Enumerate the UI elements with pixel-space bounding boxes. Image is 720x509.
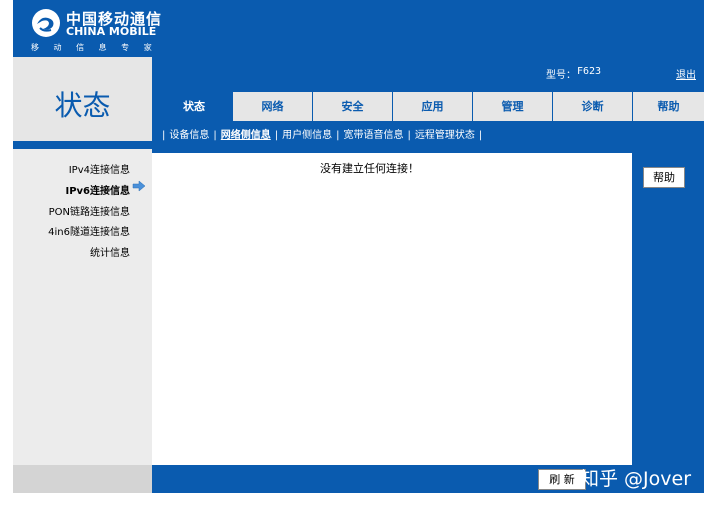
help-button[interactable]: 帮助 (643, 167, 685, 188)
tab-diagnosis[interactable]: 诊断 (553, 92, 632, 121)
arrow-right-icon (132, 180, 146, 192)
model-label: 型号： (546, 70, 576, 81)
status-message: 没有建立任何连接！ (320, 162, 419, 175)
sidebar-item-4in6[interactable]: 4in6隧道连接信息 (48, 223, 130, 238)
tab-management[interactable]: 管理 (473, 92, 552, 121)
tab-status[interactable]: 状态 (156, 88, 232, 123)
tab-network[interactable]: 网络 (233, 92, 312, 121)
model-value: F623 (577, 66, 602, 77)
subnav-remote-mgmt[interactable]: 远程管理状态 (415, 130, 475, 141)
subnav-network-info[interactable]: 网络侧信息 (221, 130, 271, 141)
subnav: | 设备信息 | 网络侧信息 | 用户侧信息 | 宽带语音信息 | 远程管理状态 | (162, 130, 483, 141)
refresh-button[interactable]: 刷 新 (538, 469, 586, 490)
sidebar-item-ipv6[interactable]: IPv6连接信息 (65, 182, 130, 197)
sidebar-item-pon[interactable]: PON链路连接信息 (49, 203, 130, 218)
subnav-user-info[interactable]: 用户侧信息 (282, 130, 332, 141)
tab-help[interactable]: 帮助 (633, 92, 704, 121)
tab-application[interactable]: 应用 (393, 92, 472, 121)
left-footer (13, 465, 152, 493)
tab-security[interactable]: 安全 (313, 92, 392, 121)
page-title: 状态 (54, 89, 111, 122)
subnav-voice-info[interactable]: 宽带语音信息 (344, 130, 404, 141)
sidebar-item-stats[interactable]: 统计信息 (90, 244, 130, 259)
brand-name-en: CHINA MOBILE (66, 25, 157, 38)
content-frame-top (152, 141, 704, 151)
logout-link[interactable]: 退出 (676, 66, 696, 81)
brand-slogan: 移 动 信 息 专 家 (31, 43, 152, 52)
sidebar-item-ipv4[interactable]: IPv4连接信息 (69, 161, 130, 176)
china-mobile-logo-icon (32, 9, 60, 37)
watermark: 知乎 @Jover (580, 468, 692, 490)
subnav-device-info[interactable]: 设备信息 (169, 130, 209, 141)
content-area (152, 151, 632, 467)
right-panel (632, 151, 704, 465)
left-divider (13, 141, 152, 149)
model-bar (152, 57, 704, 86)
